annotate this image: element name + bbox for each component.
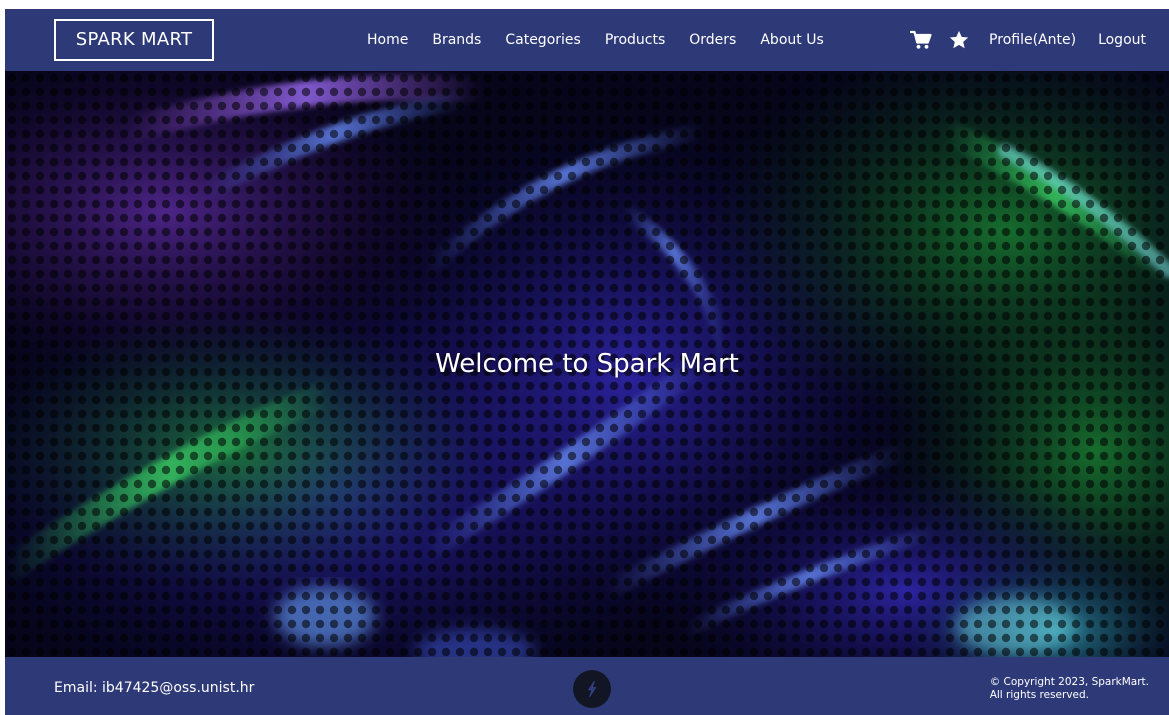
brand-logo[interactable]: SPARK MART [54, 19, 214, 61]
nav-brands[interactable]: Brands [420, 32, 493, 48]
nav-links: Home Brands Categories Products Orders A… [355, 9, 836, 71]
top-navbar: SPARK MART Home Brands Categories Produc… [5, 9, 1169, 71]
copyright-line-2: All rights reserved. [989, 689, 1089, 701]
nav-right: Profile(Ante) Logout [902, 9, 1157, 71]
hero-title: Welcome to Spark Mart [435, 349, 739, 379]
hero-banner: Welcome to Spark Mart [5, 71, 1169, 657]
nav-products[interactable]: Products [593, 32, 677, 48]
nav-logout[interactable]: Logout [1087, 32, 1157, 48]
nav-categories[interactable]: Categories [493, 32, 592, 48]
nav-home[interactable]: Home [355, 32, 420, 48]
cart-icon[interactable] [910, 29, 932, 51]
footer: Email: ib47425@oss.unist.hr © Copyright … [5, 657, 1169, 715]
footer-copyright: © Copyright 2023, SparkMart. All rights … [990, 676, 1149, 702]
star-icon[interactable] [948, 29, 970, 51]
nav-profile[interactable]: Profile(Ante) [978, 32, 1087, 48]
lightning-bolt-icon[interactable] [573, 670, 611, 708]
copyright-line-1: © Copyright 2023, SparkMart. [989, 676, 1149, 688]
nav-about-us[interactable]: About Us [748, 32, 835, 48]
nav-orders[interactable]: Orders [677, 32, 748, 48]
page: SPARK MART Home Brands Categories Produc… [0, 0, 1169, 715]
footer-email: Email: ib47425@oss.unist.hr [54, 680, 255, 696]
